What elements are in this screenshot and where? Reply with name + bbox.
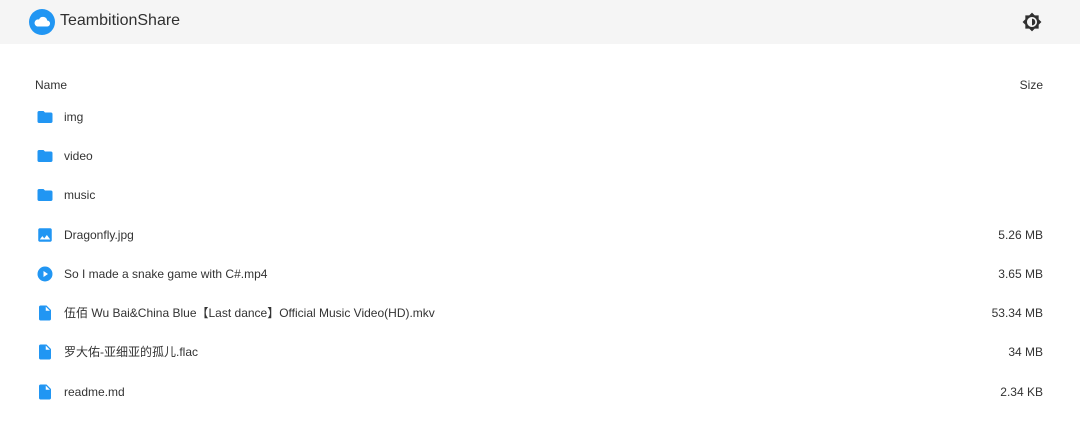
file-size: 3.65 MB — [998, 267, 1043, 281]
column-header-size[interactable]: Size — [1020, 78, 1043, 92]
play-circle-icon — [36, 265, 54, 283]
file-name: readme.md — [64, 385, 125, 399]
file-name: video — [64, 149, 93, 163]
cloud-icon[interactable] — [29, 9, 55, 35]
image-icon — [36, 226, 54, 244]
column-header-name[interactable]: Name — [35, 78, 67, 92]
list-item-file[interactable]: Dragonfly.jpg 5.26 MB — [0, 216, 1080, 255]
file-icon — [36, 343, 54, 361]
list-header: Name Size — [0, 74, 1080, 94]
app-title[interactable]: TeambitionShare — [60, 11, 180, 31]
file-size: 2.34 KB — [1000, 385, 1043, 399]
folder-icon — [36, 186, 54, 204]
theme-toggle-button[interactable] — [1019, 9, 1045, 35]
file-icon — [36, 304, 54, 322]
file-icon — [36, 383, 54, 401]
brightness-icon — [1022, 12, 1042, 32]
list-item-file[interactable]: So I made a snake game with C#.mp4 3.65 … — [0, 255, 1080, 294]
folder-icon — [36, 147, 54, 165]
app-bar: TeambitionShare — [0, 0, 1080, 44]
file-name: So I made a snake game with C#.mp4 — [64, 267, 268, 281]
file-size: 34 MB — [1008, 345, 1043, 359]
file-name: music — [64, 188, 96, 202]
list-item-folder[interactable]: img — [0, 98, 1080, 137]
file-size: 5.26 MB — [998, 228, 1043, 242]
folder-icon — [36, 108, 54, 126]
list-item-file[interactable]: readme.md 2.34 KB — [0, 373, 1080, 412]
file-name: img — [64, 110, 84, 124]
file-name: Dragonfly.jpg — [64, 228, 134, 242]
list-item-file[interactable]: 伍佰 Wu Bai&China Blue【Last dance】Official… — [0, 294, 1080, 333]
list-item-file[interactable]: 罗大佑-亚细亚的孤儿.flac 34 MB — [0, 333, 1080, 372]
list-item-folder[interactable]: video — [0, 137, 1080, 176]
file-name: 罗大佑-亚细亚的孤儿.flac — [64, 345, 199, 359]
list-item-folder[interactable]: music — [0, 176, 1080, 215]
file-name: 伍佰 Wu Bai&China Blue【Last dance】Official… — [64, 306, 435, 320]
file-size: 53.34 MB — [991, 306, 1043, 320]
